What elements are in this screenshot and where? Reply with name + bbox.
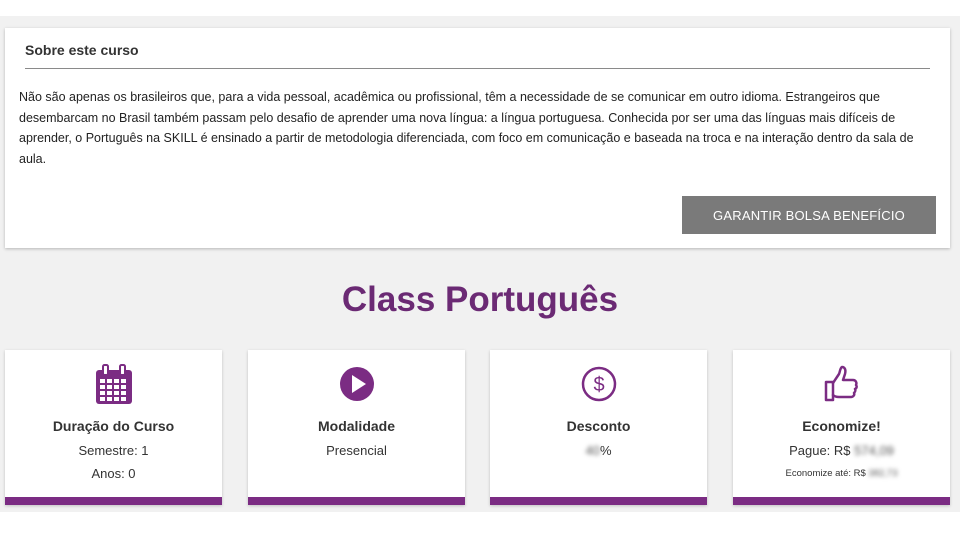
savings-title: Economize! bbox=[802, 418, 881, 434]
pay-value: 574,09 bbox=[854, 443, 894, 458]
about-description: Não são apenas os brasileiros que, para … bbox=[19, 90, 914, 166]
course-title: Class Português bbox=[341, 280, 619, 319]
discount-card: $ Desconto 40% bbox=[490, 350, 707, 505]
save-line: Economize até: R$ 382,73 bbox=[733, 468, 950, 479]
pay-label: Pague: R$ bbox=[789, 443, 851, 458]
duration-semesters: Semestre: 1 bbox=[78, 443, 149, 458]
savings-card: Economize! Pague: R$ 574,09 Economize at… bbox=[733, 350, 950, 505]
duration-years: Anos: 0 bbox=[91, 466, 136, 481]
discount-title: Desconto bbox=[566, 418, 631, 434]
save-value: 382,73 bbox=[868, 468, 898, 479]
save-label: Economize até: R$ bbox=[785, 468, 866, 479]
discount-line: 40% bbox=[490, 443, 707, 458]
about-divider bbox=[25, 68, 930, 69]
duration-card: Duração do Curso Semestre: 1 Anos: 0 bbox=[5, 350, 222, 505]
dollar-circle-icon: $ bbox=[490, 364, 707, 404]
page-background: Sobre este curso Não são apenas os brasi… bbox=[0, 16, 960, 512]
duration-title: Duração do Curso bbox=[52, 418, 175, 434]
discount-value: 40 bbox=[585, 443, 600, 458]
modality-title: Modalidade bbox=[317, 418, 395, 434]
thumbs-up-icon bbox=[733, 364, 950, 404]
guarantee-scholarship-button[interactable]: GARANTIR BOLSA BENEFÍCIO bbox=[682, 196, 936, 234]
svg-text:$: $ bbox=[593, 374, 604, 396]
modality-card: Modalidade Presencial bbox=[248, 350, 465, 505]
about-course-card: Sobre este curso Não são apenas os brasi… bbox=[5, 28, 950, 248]
modality-value: Presencial bbox=[326, 443, 387, 458]
calendar-icon bbox=[5, 364, 222, 406]
discount-percent-sign: % bbox=[599, 443, 612, 458]
about-heading: Sobre este curso bbox=[25, 42, 139, 58]
play-circle-icon bbox=[248, 364, 465, 404]
pay-line: Pague: R$ 574,09 bbox=[733, 443, 950, 458]
